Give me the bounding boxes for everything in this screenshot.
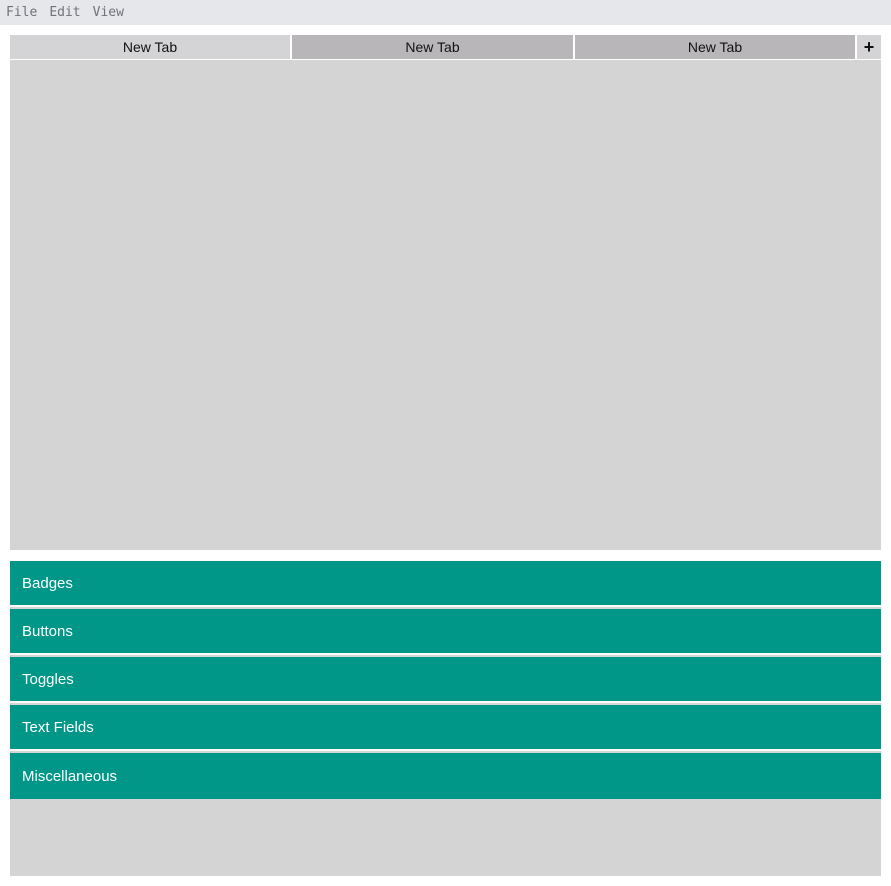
- accordion-item-label: Buttons: [22, 622, 73, 640]
- menu-edit[interactable]: Edit: [49, 0, 80, 25]
- accordion-item-text-fields[interactable]: Text Fields: [10, 705, 881, 751]
- accordion-item-label: Text Fields: [22, 718, 94, 736]
- accordion: Badges Buttons Toggles Text Fields Misce…: [10, 561, 881, 876]
- accordion-item-buttons[interactable]: Buttons: [10, 609, 881, 655]
- tab-2[interactable]: New Tab: [292, 35, 573, 59]
- tab-1[interactable]: New Tab: [10, 35, 290, 59]
- accordion-item-badges[interactable]: Badges: [10, 561, 881, 607]
- accordion-item-label: Badges: [22, 574, 73, 592]
- tab-content-panel: [10, 60, 881, 550]
- tab-1-label: New Tab: [122, 39, 178, 55]
- accordion-item-label: Toggles: [22, 670, 74, 688]
- plus-icon: +: [863, 36, 875, 57]
- menu-bar: File Edit View: [0, 0, 891, 25]
- accordion-item-miscellaneous[interactable]: Miscellaneous: [10, 753, 881, 799]
- add-tab-button[interactable]: +: [857, 35, 881, 59]
- tab-2-label: New Tab: [405, 39, 460, 55]
- menu-file[interactable]: File: [6, 0, 37, 25]
- tab-strip: New Tab New Tab New Tab +: [10, 35, 881, 59]
- tab-3-label: New Tab: [687, 39, 743, 55]
- menu-view[interactable]: View: [93, 0, 124, 25]
- tab-3[interactable]: New Tab: [575, 35, 855, 59]
- accordion-item-label: Miscellaneous: [22, 767, 118, 785]
- accordion-item-toggles[interactable]: Toggles: [10, 657, 881, 703]
